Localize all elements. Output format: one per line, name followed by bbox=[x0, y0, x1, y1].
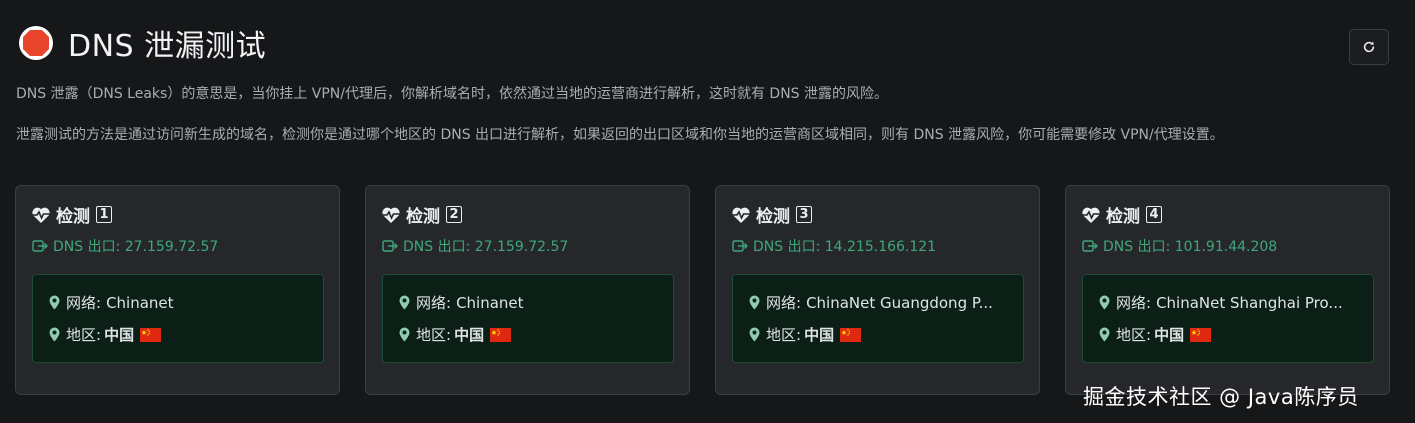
region-value: 中国 bbox=[454, 326, 485, 344]
network-row: 网络: ChinaNet Guangdong P... bbox=[749, 292, 993, 313]
china-flag-icon bbox=[490, 327, 512, 342]
dns-exit: DNS 出口: 101.91.44.208 bbox=[1082, 236, 1277, 256]
exit-icon bbox=[382, 240, 398, 252]
network-row: 网络: ChinaNet Shanghai Pro... bbox=[1099, 292, 1343, 313]
network-value: Chinanet bbox=[456, 293, 524, 312]
network-label: 网络: bbox=[1116, 294, 1152, 312]
china-flag-icon bbox=[1190, 327, 1212, 342]
result-box: 网络: ChinaNet Guangdong P... 地区: 中国 bbox=[732, 274, 1024, 363]
heart-pulse-icon bbox=[382, 207, 400, 223]
card-title: 检测 2 bbox=[381, 202, 462, 227]
heart-pulse-icon bbox=[732, 207, 750, 223]
region-label: 地区: bbox=[66, 326, 102, 344]
test-card-3: 检测 3 DNS 出口: 14.215.166.121 网络: ChinaNet… bbox=[715, 185, 1040, 395]
dns-exit-text: DNS 出口: 101.91.44.208 bbox=[1103, 239, 1278, 255]
exit-icon bbox=[732, 240, 748, 252]
location-pin-icon bbox=[49, 327, 60, 342]
card-number-badge: 3 bbox=[796, 206, 812, 223]
card-title-label: 检测 bbox=[406, 207, 440, 227]
heart-pulse-icon bbox=[32, 207, 50, 223]
card-number-badge: 1 bbox=[96, 206, 112, 223]
card-title: 检测 1 bbox=[31, 202, 112, 227]
dns-exit: DNS 出口: 27.159.72.57 bbox=[32, 236, 218, 256]
region-row: 地区: 中国 bbox=[399, 324, 512, 345]
network-value: ChinaNet Shanghai Pro... bbox=[1156, 293, 1343, 312]
test-card-4: 检测 4 DNS 出口: 101.91.44.208 网络: ChinaNet … bbox=[1065, 185, 1390, 395]
exit-icon bbox=[1082, 240, 1098, 252]
card-title-label: 检测 bbox=[756, 207, 790, 227]
dns-exit-text: DNS 出口: 27.159.72.57 bbox=[53, 239, 219, 255]
description-paragraph-2: 泄露测试的方法是通过访问新生成的域名，检测你是通过哪个地区的 DNS 出口进行解… bbox=[16, 127, 1224, 143]
location-pin-icon bbox=[1099, 295, 1110, 310]
test-card-1: 检测 1 DNS 出口: 27.159.72.57 网络: Chinanet 地… bbox=[15, 185, 340, 395]
china-flag-icon bbox=[140, 327, 162, 342]
network-row: 网络: Chinanet bbox=[49, 292, 174, 313]
network-label: 网络: bbox=[66, 294, 102, 312]
dns-exit-text: DNS 出口: 27.159.72.57 bbox=[403, 239, 569, 255]
region-row: 地区: 中国 bbox=[749, 324, 862, 345]
region-row: 地区: 中国 bbox=[1099, 324, 1212, 345]
result-box: 网络: Chinanet 地区: 中国 bbox=[382, 274, 674, 363]
page-header: DNS 泄漏测试 bbox=[18, 21, 266, 65]
card-title: 检测 3 bbox=[731, 202, 812, 227]
region-label: 地区: bbox=[416, 326, 452, 344]
dns-exit: DNS 出口: 14.215.166.121 bbox=[732, 236, 936, 256]
location-pin-icon bbox=[399, 327, 410, 342]
test-card-2: 检测 2 DNS 出口: 27.159.72.57 网络: Chinanet 地… bbox=[365, 185, 690, 395]
location-pin-icon bbox=[749, 327, 760, 342]
watermark-text: 掘金技术社区 @ Java陈序员 bbox=[1083, 385, 1359, 409]
card-title-label: 检测 bbox=[1106, 207, 1140, 227]
card-title: 检测 4 bbox=[1081, 202, 1162, 227]
network-label: 网络: bbox=[416, 294, 452, 312]
refresh-icon bbox=[1363, 41, 1375, 53]
network-row: 网络: Chinanet bbox=[399, 292, 524, 313]
network-label: 网络: bbox=[766, 294, 802, 312]
result-box: 网络: ChinaNet Shanghai Pro... 地区: 中国 bbox=[1082, 274, 1374, 363]
region-label: 地区: bbox=[1116, 326, 1152, 344]
region-label: 地区: bbox=[766, 326, 802, 344]
region-value: 中国 bbox=[1154, 326, 1185, 344]
location-pin-icon bbox=[1099, 327, 1110, 342]
stop-sign-icon bbox=[19, 26, 53, 60]
dns-exit-text: DNS 出口: 14.215.166.121 bbox=[753, 239, 937, 255]
card-title-label: 检测 bbox=[56, 207, 90, 227]
china-flag-icon bbox=[840, 327, 862, 342]
network-value: ChinaNet Guangdong P... bbox=[806, 293, 993, 312]
exit-icon bbox=[32, 240, 48, 252]
region-value: 中国 bbox=[804, 326, 835, 344]
heart-pulse-icon bbox=[1082, 207, 1100, 223]
dns-exit: DNS 出口: 27.159.72.57 bbox=[382, 236, 568, 256]
result-box: 网络: Chinanet 地区: 中国 bbox=[32, 274, 324, 363]
location-pin-icon bbox=[49, 295, 60, 310]
card-number-badge: 2 bbox=[446, 206, 462, 223]
location-pin-icon bbox=[399, 295, 410, 310]
page-title: DNS 泄漏测试 bbox=[68, 29, 267, 64]
location-pin-icon bbox=[749, 295, 760, 310]
description-paragraph-1: DNS 泄露（DNS Leaks）的意思是，当你挂上 VPN/代理后，你解析域名… bbox=[16, 86, 889, 102]
region-row: 地区: 中国 bbox=[49, 324, 162, 345]
network-value: Chinanet bbox=[106, 293, 174, 312]
region-value: 中国 bbox=[104, 326, 135, 344]
card-number-badge: 4 bbox=[1146, 206, 1162, 223]
refresh-button[interactable] bbox=[1349, 29, 1389, 65]
